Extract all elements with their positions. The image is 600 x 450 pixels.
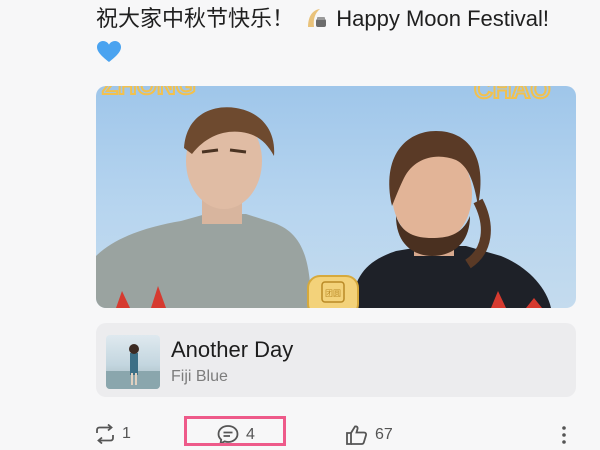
album-art xyxy=(106,335,160,389)
comment-highlight-box xyxy=(184,416,286,446)
post-image[interactable]: ZHONG CHAO 团圆 xyxy=(96,86,576,308)
repost-icon xyxy=(94,424,116,444)
person-right xyxy=(351,131,551,308)
song-artist: Fiji Blue xyxy=(171,368,228,385)
more-button[interactable] xyxy=(560,424,568,446)
post-text-english: Happy Moon Festival! xyxy=(336,6,550,31)
overlay-text-left: ZHONG xyxy=(102,86,196,100)
thumbs-up-icon xyxy=(345,424,369,446)
more-vertical-icon xyxy=(560,424,568,446)
moon-cake-emoji-icon xyxy=(302,5,328,31)
blue-heart-icon xyxy=(96,40,122,64)
repost-count: 1 xyxy=(122,425,131,442)
repost-button[interactable]: 1 xyxy=(94,424,131,444)
mooncake-text: 团圆 xyxy=(325,289,341,298)
post-text: 祝大家中秋节快乐！ Happy Moon Festival! xyxy=(96,4,586,72)
like-button[interactable]: 67 xyxy=(345,424,393,446)
action-bar: 1 4 67 xyxy=(0,418,600,450)
song-title: Another Day xyxy=(171,337,294,362)
person-left xyxy=(96,107,311,308)
music-card[interactable]: Another Day Fiji Blue xyxy=(96,323,576,397)
mooncake-sticker: 团圆 xyxy=(307,275,359,308)
like-count: 67 xyxy=(375,426,393,443)
post-text-chinese: 祝大家中秋节快乐！ xyxy=(96,6,295,31)
overlay-text-right: CHAO xyxy=(474,86,551,104)
